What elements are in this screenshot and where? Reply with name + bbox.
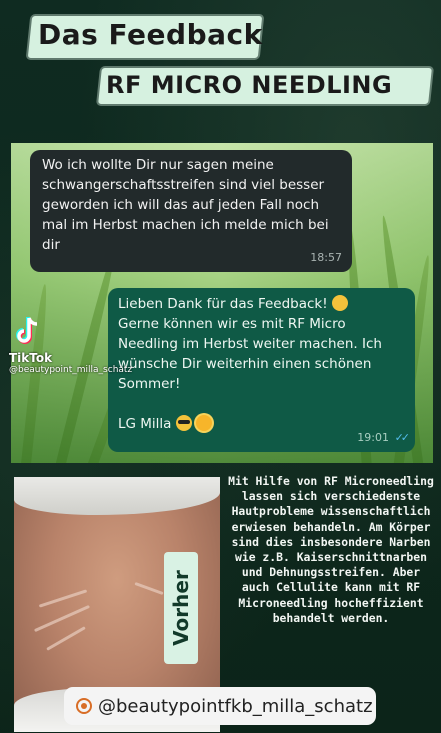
vorher-badge: Vorher — [164, 552, 198, 664]
tiktok-app-name: TikTok — [9, 351, 53, 365]
info-text: Mit Hilfe von RF Microneedling lassen si… — [228, 474, 434, 625]
title-banner-rf: RF MICRO NEEDLING — [98, 68, 432, 104]
stretch-mark — [134, 581, 164, 596]
tiktok-watermark: TikTok @beautypoint_milla_schatz — [9, 315, 132, 375]
outgoing-message-time: 19:01 — [357, 431, 389, 444]
chat-screenshot-panel: Wo ich wollte Dir nur sagen meine schwan… — [11, 143, 433, 463]
page-subtitle: RF MICRO NEEDLING — [106, 71, 393, 99]
outgoing-message-body: Gerne können wir es mit RF Micro Needlin… — [118, 316, 382, 392]
double-check-icon: ✓✓ — [394, 431, 411, 444]
mention-icon — [76, 698, 92, 714]
vorher-label: Vorher — [169, 570, 193, 646]
sunglasses-face-icon — [175, 415, 192, 431]
outgoing-message[interactable]: Lieben Dank für das Feedback! Gerne könn… — [108, 288, 415, 452]
signature-text: LG Milla — [118, 416, 172, 432]
profile-handle-text: @beautypointfkb_milla_schatz — [98, 695, 373, 717]
profile-handle-pill[interactable]: @beautypointfkb_milla_schatz — [64, 687, 376, 725]
sun-icon — [196, 415, 213, 431]
outgoing-message-greeting: Lieben Dank für das Feedback! — [118, 296, 328, 312]
incoming-message-text: Wo ich wollte Dir nur sagen meine schwan… — [42, 157, 329, 253]
incoming-message[interactable]: Wo ich wollte Dir nur sagen meine schwan… — [30, 150, 352, 272]
stretch-mark — [46, 626, 86, 651]
stretch-mark — [38, 589, 88, 608]
tiktok-icon — [16, 317, 38, 344]
incoming-message-time: 18:57 — [310, 251, 342, 264]
smiling-face-with-hearts-icon — [331, 295, 348, 311]
shirt-area — [14, 477, 220, 515]
title-banner-feedback: Das Feedback — [27, 16, 263, 58]
page-title: Das Feedback — [38, 18, 263, 51]
tiktok-handle: @beautypoint_milla_schatz — [9, 365, 133, 375]
outgoing-message-line1: Lieben Dank für das Feedback! — [118, 294, 405, 314]
